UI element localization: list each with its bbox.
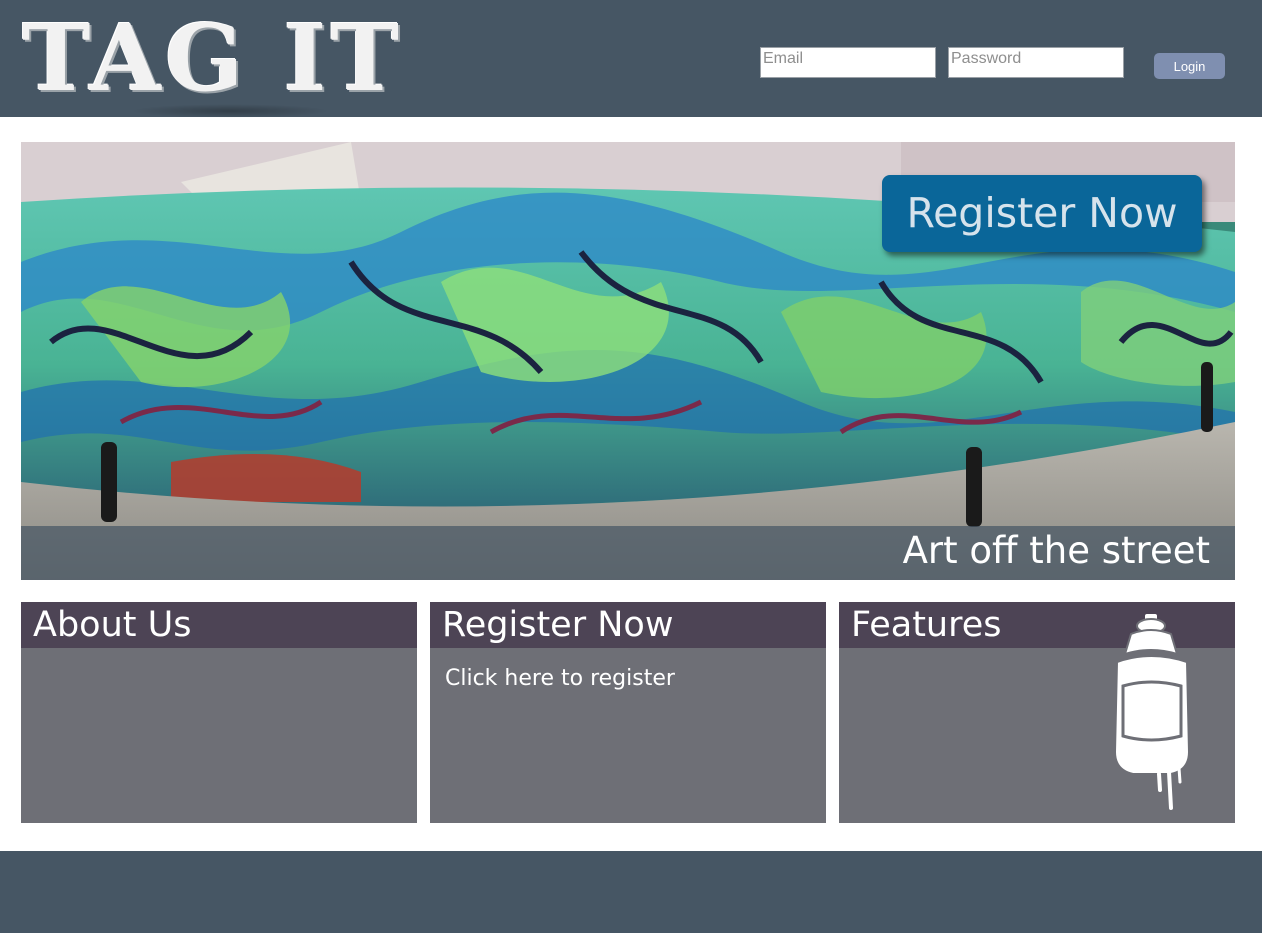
logo-shadow bbox=[130, 104, 330, 118]
login-button[interactable]: Login bbox=[1154, 53, 1225, 79]
footer bbox=[0, 851, 1262, 933]
card-title: Register Now bbox=[442, 605, 674, 645]
card-title: Features bbox=[851, 605, 1002, 645]
spray-can-icon bbox=[1113, 614, 1191, 810]
site-logo[interactable]: TAG IT bbox=[22, 12, 399, 104]
hero-register-button[interactable]: Register Now bbox=[882, 175, 1202, 252]
email-field[interactable] bbox=[760, 47, 936, 78]
card-header: About Us bbox=[21, 602, 417, 648]
card-header: Register Now bbox=[430, 602, 826, 648]
hero-caption: Art off the street bbox=[902, 529, 1210, 572]
hero-banner: Register Now Art off the street bbox=[21, 142, 1235, 580]
top-bar: TAG IT Login bbox=[0, 0, 1262, 118]
features-card[interactable]: Features bbox=[839, 602, 1235, 823]
card-title: About Us bbox=[33, 605, 192, 645]
register-link[interactable]: Click here to register bbox=[445, 666, 675, 691]
about-us-card[interactable]: About Us bbox=[21, 602, 417, 823]
password-field[interactable] bbox=[948, 47, 1124, 78]
register-now-card[interactable]: Register Now Click here to register bbox=[430, 602, 826, 823]
